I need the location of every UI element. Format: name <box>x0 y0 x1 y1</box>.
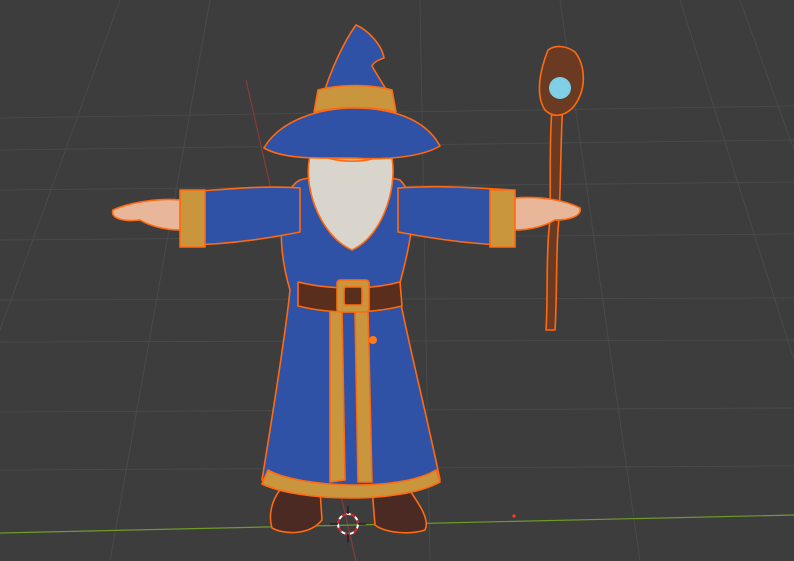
robe-trim-left <box>329 309 346 483</box>
viewport-canvas[interactable] <box>0 0 794 561</box>
grid-line <box>0 0 121 331</box>
hat-brim <box>263 107 441 160</box>
right-cuff <box>489 189 516 248</box>
left-cuff <box>179 189 206 248</box>
belt-buckle-inner <box>343 286 363 306</box>
staff[interactable] <box>538 45 585 331</box>
stray-vertex-dot <box>512 514 516 518</box>
left-hand <box>111 198 181 231</box>
grid-line <box>679 0 794 361</box>
grid-line <box>739 0 794 151</box>
wizard-model[interactable] <box>111 24 585 534</box>
staff-gem <box>549 77 571 99</box>
object-origin <box>369 336 377 344</box>
3d-viewport[interactable] <box>0 0 794 561</box>
grid-line <box>109 0 211 561</box>
right-hand <box>514 196 581 231</box>
